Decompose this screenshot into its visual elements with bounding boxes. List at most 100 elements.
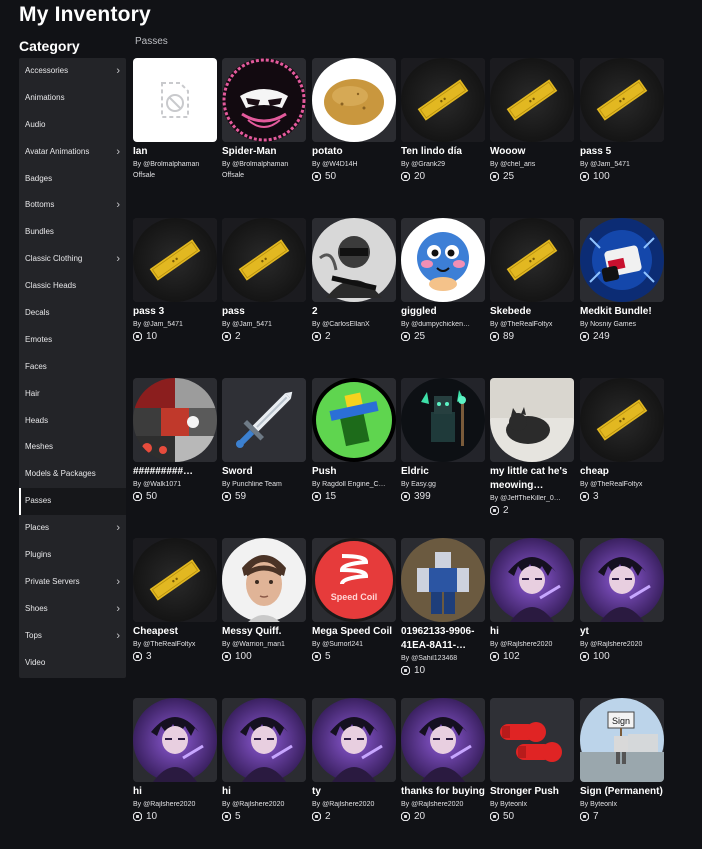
item-creator[interactable]: By Nosniy Games — [580, 321, 664, 328]
item-name[interactable]: Spider-Man — [222, 145, 306, 159]
sidebar-item-video[interactable]: Video — [19, 650, 126, 677]
item-creator[interactable]: By @Rajlshere2020 — [312, 801, 396, 808]
item-thumbnail[interactable] — [401, 538, 485, 622]
item-card[interactable]: Skebede By @TheRealFoltyx 89 — [490, 218, 574, 342]
item-thumbnail[interactable]: Speed Coil — [312, 538, 396, 622]
item-card[interactable]: Messy Quiff. By @Warrion_man1 100 — [222, 538, 306, 662]
sidebar-item-accessories[interactable]: Accessories › — [19, 58, 126, 85]
item-card[interactable]: Wooow By @chel_aris 25 — [490, 58, 574, 182]
sidebar-item-classic-clothing[interactable]: Classic Clothing › — [19, 246, 126, 273]
item-name[interactable]: hi — [133, 785, 217, 799]
item-card[interactable]: hi By @Rajlshere2020 5 — [222, 698, 306, 822]
item-name[interactable]: Ian — [133, 145, 217, 159]
item-card[interactable]: 2 By @CarlosEllanX 2 — [312, 218, 396, 342]
item-creator[interactable]: By @W4D14H — [312, 161, 396, 168]
item-creator[interactable]: By @Brolmalphaman — [222, 161, 306, 168]
item-thumbnail[interactable] — [222, 378, 306, 462]
item-creator[interactable]: By Ragdoll Engine_C… — [312, 481, 396, 488]
item-card[interactable]: Sign Sign (Permanent) By Byteonlx 7 — [580, 698, 664, 822]
item-card[interactable]: ty By @Rajlshere2020 2 — [312, 698, 396, 822]
item-name[interactable]: giggled — [401, 305, 485, 319]
item-card[interactable]: 01962133-9906-41EA-8A11-… By @Sahil123468… — [401, 538, 485, 676]
item-creator[interactable]: By @Brolmalphaman — [133, 161, 217, 168]
item-card[interactable]: Spider-Man By @Brolmalphaman Offsale — [222, 58, 306, 179]
item-card[interactable]: thanks for buying By @Rajlshere2020 20 — [401, 698, 485, 822]
item-thumbnail[interactable] — [401, 378, 485, 462]
item-name[interactable]: pass — [222, 305, 306, 319]
item-creator[interactable]: By @Rajlshere2020 — [133, 801, 217, 808]
item-creator[interactable]: By @Rajlshere2020 — [401, 801, 485, 808]
sidebar-item-bottoms[interactable]: Bottoms › — [19, 192, 126, 219]
item-name[interactable]: Push — [312, 465, 396, 479]
item-thumbnail[interactable] — [133, 218, 217, 302]
item-thumbnail[interactable] — [490, 218, 574, 302]
item-name[interactable]: Mega Speed Coil — [312, 625, 396, 639]
item-thumbnail[interactable] — [133, 58, 217, 142]
item-name[interactable]: Messy Quiff. — [222, 625, 306, 639]
item-name[interactable]: #########… — [133, 465, 217, 479]
item-card[interactable]: Medkit Bundle! By Nosniy Games 249 — [580, 218, 664, 342]
item-name[interactable]: Medkit Bundle! — [580, 305, 664, 319]
item-card[interactable]: yt By @Rajlshere2020 100 — [580, 538, 664, 662]
item-creator[interactable]: By @Warrion_man1 — [222, 641, 306, 648]
item-thumbnail[interactable] — [312, 378, 396, 462]
sidebar-item-passes[interactable]: Passes — [19, 488, 126, 516]
item-name[interactable]: Skebede — [490, 305, 574, 319]
sidebar-item-places[interactable]: Places › — [19, 515, 126, 542]
item-card[interactable]: Cheapest By @TheRealFoltyx 3 — [133, 538, 217, 662]
item-creator[interactable]: By @Rajlshere2020 — [490, 641, 574, 648]
item-name[interactable]: Ten lindo día — [401, 145, 485, 159]
item-name[interactable]: Cheapest — [133, 625, 217, 639]
item-thumbnail[interactable] — [580, 218, 664, 302]
item-card[interactable]: potato By @W4D14H 50 — [312, 58, 396, 182]
item-creator[interactable]: By @TheRealFoltyx — [490, 321, 574, 328]
item-name[interactable]: pass 3 — [133, 305, 217, 319]
sidebar-item-private-servers[interactable]: Private Servers › — [19, 569, 126, 596]
item-creator[interactable]: By @JeffTheKiller_0… — [490, 495, 574, 502]
item-thumbnail[interactable] — [490, 378, 574, 462]
sidebar-item-hair[interactable]: Hair — [19, 381, 126, 408]
item-creator[interactable]: By @CarlosEllanX — [312, 321, 396, 328]
item-name[interactable]: cheap — [580, 465, 664, 479]
item-card[interactable]: cheap By @TheRealFoltyx 3 — [580, 378, 664, 502]
item-thumbnail[interactable] — [401, 58, 485, 142]
item-creator[interactable]: By @Sumorl241 — [312, 641, 396, 648]
sidebar-item-decals[interactable]: Decals — [19, 300, 126, 327]
item-thumbnail[interactable] — [222, 698, 306, 782]
sidebar-item-classic-heads[interactable]: Classic Heads — [19, 273, 126, 300]
sidebar-item-animations[interactable]: Animations — [19, 85, 126, 112]
item-creator[interactable]: By Byteonlx — [490, 801, 574, 808]
item-thumbnail[interactable] — [222, 218, 306, 302]
item-name[interactable]: pass 5 — [580, 145, 664, 159]
item-name[interactable]: 2 — [312, 305, 396, 319]
item-thumbnail[interactable] — [312, 58, 396, 142]
item-name[interactable]: hi — [222, 785, 306, 799]
item-name[interactable]: hi — [490, 625, 574, 639]
item-thumbnail[interactable] — [222, 538, 306, 622]
item-card[interactable]: Sword By Punchline Team 59 — [222, 378, 306, 502]
item-thumbnail[interactable] — [490, 58, 574, 142]
item-card[interactable]: giggled By @dumpychicken… 25 — [401, 218, 485, 342]
item-name[interactable]: potato — [312, 145, 396, 159]
sidebar-item-emotes[interactable]: Emotes — [19, 327, 126, 354]
item-name[interactable]: my little cat he's meowing… — [490, 465, 574, 493]
sidebar-item-tops[interactable]: Tops › — [19, 623, 126, 650]
item-thumbnail[interactable] — [312, 218, 396, 302]
item-card[interactable]: pass By @Jam_5471 2 — [222, 218, 306, 342]
sidebar-item-models-packages[interactable]: Models & Packages — [19, 461, 126, 488]
item-creator[interactable]: By @Sahil123468 — [401, 655, 485, 662]
item-card[interactable]: pass 5 By @Jam_5471 100 — [580, 58, 664, 182]
item-thumbnail[interactable]: Sign — [580, 698, 664, 782]
item-card[interactable]: hi By @Rajlshere2020 10 — [133, 698, 217, 822]
item-creator[interactable]: By @Jam_5471 — [222, 321, 306, 328]
sidebar-item-heads[interactable]: Heads — [19, 408, 126, 435]
item-creator[interactable]: By @Walk1071 — [133, 481, 217, 488]
item-name[interactable]: yt — [580, 625, 664, 639]
item-thumbnail[interactable] — [222, 58, 306, 142]
item-card[interactable]: my little cat he's meowing… By @JeffTheKi… — [490, 378, 574, 516]
item-thumbnail[interactable] — [490, 538, 574, 622]
item-card[interactable]: Stronger Push By Byteonlx 50 — [490, 698, 574, 822]
item-name[interactable]: ty — [312, 785, 396, 799]
item-name[interactable]: Eldric — [401, 465, 485, 479]
item-creator[interactable]: By @Grank29 — [401, 161, 485, 168]
